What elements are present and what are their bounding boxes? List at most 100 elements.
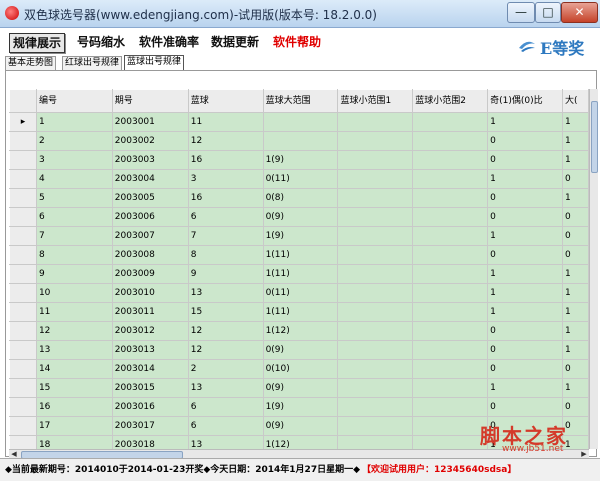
table-row[interactable]: 2 2003002 12 0 1 — [9, 131, 589, 151]
grid-cell[interactable]: 0 — [487, 397, 563, 417]
col-header-issue[interactable]: 期号 — [111, 89, 189, 113]
row-header[interactable] — [9, 188, 37, 208]
grid-cell[interactable]: 16 — [35, 397, 113, 417]
grid-cell[interactable] — [412, 150, 489, 170]
grid-cell[interactable]: 8 — [35, 245, 113, 265]
scroll-right-icon[interactable]: ▶ — [579, 450, 589, 458]
grid-cell[interactable] — [337, 283, 414, 303]
grid-cell[interactable]: 1(11) — [262, 245, 339, 265]
grid-cell[interactable]: 2003015 — [111, 378, 189, 398]
grid-cell[interactable]: 12 — [187, 131, 264, 151]
grid-cell[interactable] — [412, 131, 489, 151]
grid-cell[interactable]: 0(9) — [262, 340, 339, 360]
row-header[interactable] — [9, 169, 37, 189]
grid-cell[interactable]: 1(9) — [262, 226, 339, 246]
grid-cell[interactable]: 2003002 — [111, 131, 189, 151]
grid-cell[interactable] — [337, 188, 414, 208]
grid-cell[interactable] — [412, 378, 489, 398]
grid-cell[interactable] — [337, 321, 414, 341]
grid-cell[interactable]: 1 — [561, 264, 589, 284]
grid-cell[interactable]: 1 — [487, 112, 563, 132]
table-row[interactable]: 3 2003003 16 1(9) 0 1 — [9, 150, 589, 170]
row-header[interactable] — [9, 321, 37, 341]
grid-cell[interactable] — [337, 207, 414, 227]
grid-cell[interactable]: 1 — [561, 150, 589, 170]
grid-cell[interactable]: 2003008 — [111, 245, 189, 265]
grid-cell[interactable] — [412, 112, 489, 132]
grid-cell[interactable] — [337, 245, 414, 265]
grid-cell[interactable]: 5 — [35, 188, 113, 208]
grid-cell[interactable]: 15 — [187, 302, 264, 322]
row-header[interactable] — [9, 245, 37, 265]
grid-cell[interactable]: 0(10) — [262, 359, 339, 379]
grid-cell[interactable]: 6 — [187, 397, 264, 417]
grid-cell[interactable]: 0(9) — [262, 416, 339, 436]
row-header[interactable] — [9, 397, 37, 417]
grid-cell[interactable]: 13 — [187, 378, 264, 398]
grid-cell[interactable]: 0(11) — [262, 169, 339, 189]
grid-cell[interactable]: 1(12) — [262, 435, 339, 449]
grid-cell[interactable] — [337, 150, 414, 170]
row-header[interactable] — [9, 435, 37, 449]
table-row[interactable]: 16 2003016 6 1(9) 0 0 — [9, 397, 589, 417]
grid-cell[interactable]: 12 — [187, 321, 264, 341]
grid-cell[interactable]: 1 — [561, 321, 589, 341]
grid-cell[interactable] — [412, 245, 489, 265]
table-row[interactable]: 7 2003007 7 1(9) 1 0 — [9, 226, 589, 246]
grid-cell[interactable]: 0 — [561, 359, 589, 379]
grid-cell[interactable]: 1 — [561, 112, 589, 132]
grid-cell[interactable]: 7 — [35, 226, 113, 246]
table-row[interactable]: 9 2003009 9 1(11) 1 1 — [9, 264, 589, 284]
horizontal-scrollbar[interactable]: ◀ ▶ — [9, 449, 589, 459]
grid-cell[interactable]: 6 — [187, 207, 264, 227]
grid-cell[interactable]: 16 — [187, 150, 264, 170]
grid-cell[interactable]: 1 — [487, 302, 563, 322]
grid-cell[interactable]: 0 — [487, 188, 563, 208]
grid-cell[interactable]: 2003009 — [111, 264, 189, 284]
grid-cell[interactable]: 7 — [187, 226, 264, 246]
grid-cell[interactable]: 16 — [187, 188, 264, 208]
grid-cell[interactable]: 11 — [35, 302, 113, 322]
table-row[interactable]: 10 2003010 13 0(11) 1 1 — [9, 283, 589, 303]
table-row[interactable]: 17 2003017 6 0(9) 0 0 — [9, 416, 589, 436]
grid-cell[interactable] — [337, 302, 414, 322]
col-header-odd-even-ratio[interactable]: 奇(1)偶(0)比 — [487, 89, 563, 113]
tab-basic-trend[interactable]: 基本走势图 — [5, 56, 57, 70]
grid-cell[interactable]: 0(9) — [262, 207, 339, 227]
col-header-blue-small-range-1[interactable]: 蓝球小范围1 — [337, 89, 414, 113]
grid-cell[interactable] — [262, 131, 339, 151]
grid-cell[interactable] — [412, 321, 489, 341]
grid-cell[interactable]: 0 — [561, 226, 589, 246]
grid-cell[interactable]: 1 — [561, 302, 589, 322]
grid-cell[interactable]: 2003004 — [111, 169, 189, 189]
col-header-blue-small-range-2[interactable]: 蓝球小范围2 — [412, 89, 489, 113]
grid-cell[interactable]: 6 — [35, 207, 113, 227]
table-row[interactable]: 6 2003006 6 0(9) 0 0 — [9, 207, 589, 227]
row-pointer-icon[interactable]: ▸ — [9, 112, 37, 132]
grid-cell[interactable]: 0 — [561, 245, 589, 265]
grid-cell[interactable]: 2003011 — [111, 302, 189, 322]
grid-cell[interactable]: 1 — [561, 378, 589, 398]
grid-cell[interactable] — [337, 416, 414, 436]
grid-cell[interactable]: 2003001 — [111, 112, 189, 132]
grid-cell[interactable]: 0 — [487, 340, 563, 360]
grid-cell[interactable] — [412, 435, 489, 449]
menu-help[interactable]: 软件帮助 — [273, 33, 321, 51]
grid-cell[interactable] — [412, 207, 489, 227]
grid-cell[interactable] — [412, 397, 489, 417]
grid-cell[interactable]: 0 — [487, 150, 563, 170]
vertical-scroll-thumb[interactable] — [591, 101, 598, 173]
grid-cell[interactable]: 1 — [487, 435, 563, 449]
grid-cell[interactable] — [337, 131, 414, 151]
grid-cell[interactable] — [337, 340, 414, 360]
grid-cell[interactable] — [337, 169, 414, 189]
table-row[interactable]: 13 2003013 12 0(9) 0 1 — [9, 340, 589, 360]
grid-cell[interactable]: 13 — [187, 283, 264, 303]
grid-cell[interactable]: 0 — [487, 131, 563, 151]
grid-cell[interactable]: 2003010 — [111, 283, 189, 303]
grid-cell[interactable] — [412, 359, 489, 379]
grid-cell[interactable] — [262, 112, 339, 132]
grid-cell[interactable]: 0 — [561, 416, 589, 436]
col-header-blue-ball[interactable]: 蓝球 — [187, 89, 264, 113]
grid-cell[interactable]: 0(9) — [262, 378, 339, 398]
